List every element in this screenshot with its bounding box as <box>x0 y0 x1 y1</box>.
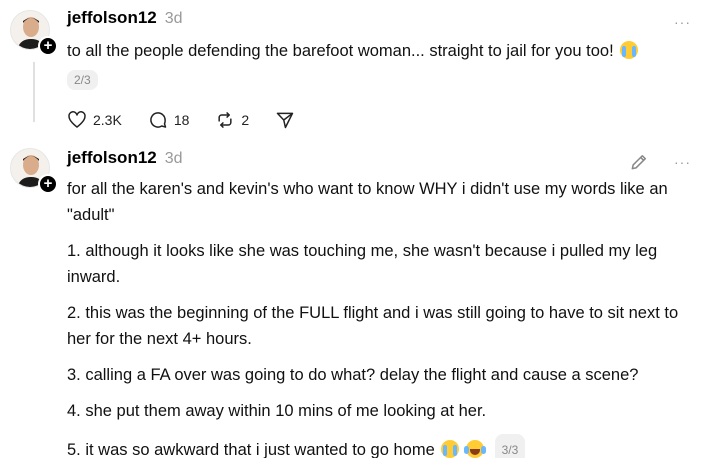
thread-post-1: + jeffolson12 3d ··· to all the people d… <box>0 0 709 132</box>
post-actions: 2.3K 18 2 <box>67 110 695 130</box>
follow-plus-icon[interactable]: + <box>38 174 58 194</box>
post-paragraph: 2. this was the beginning of the FULL fl… <box>67 304 679 348</box>
more-icon[interactable]: ··· <box>674 154 691 170</box>
reply-count: 18 <box>173 112 190 128</box>
laughing-emoji <box>463 440 484 458</box>
timestamp[interactable]: 3d <box>165 10 183 28</box>
username[interactable]: jeffolson12 <box>67 148 157 168</box>
post-content: jeffolson12 3d ··· to all the people def… <box>67 8 695 130</box>
post-paragraph: 3. calling a FA over was going to do wha… <box>67 366 639 384</box>
post-text: to all the people defending the barefoot… <box>67 38 695 64</box>
more-icon[interactable]: ··· <box>674 14 691 30</box>
crying-emoji <box>441 440 460 458</box>
reply-button[interactable]: 18 <box>148 110 190 130</box>
post-body: to all the people defending the barefoot… <box>67 42 614 60</box>
thread-post-2: + jeffolson12 3d ··· for all the karen's… <box>0 140 709 458</box>
page-indicator: 2/3 <box>67 70 98 90</box>
like-count: 2.3K <box>93 112 122 128</box>
post-paragraph: 5. it was so awkward that i just wanted … <box>67 441 435 458</box>
avatar[interactable]: + <box>10 148 58 194</box>
share-icon <box>276 112 294 129</box>
page-indicator: 3/3 <box>494 434 526 458</box>
post-header: jeffolson12 3d <box>67 8 695 32</box>
post-last-paragraph: 5. it was so awkward that i just wanted … <box>67 434 695 458</box>
repost-count: 2 <box>241 112 250 128</box>
repost-icon <box>218 112 232 128</box>
repost-button[interactable]: 2 <box>215 110 249 130</box>
post-paragraph: for all the karen's and kevin's who want… <box>67 180 668 224</box>
thread-connector <box>33 62 35 122</box>
post-paragraph: 1. although it looks like she was touchi… <box>67 242 658 286</box>
post-header: jeffolson12 3d <box>67 148 695 172</box>
timestamp[interactable]: 3d <box>165 150 183 168</box>
follow-plus-icon[interactable]: + <box>38 36 58 56</box>
crying-emoji <box>620 41 639 59</box>
avatar[interactable]: + <box>10 10 58 56</box>
username[interactable]: jeffolson12 <box>67 8 157 28</box>
heart-icon <box>68 111 86 128</box>
post-paragraph: 4. she put them away within 10 mins of m… <box>67 402 487 420</box>
share-button[interactable] <box>275 110 301 130</box>
post-content: jeffolson12 3d ··· for all the karen's a… <box>67 148 695 458</box>
like-button[interactable]: 2.3K <box>67 110 122 130</box>
edit-icon[interactable] <box>629 152 649 177</box>
comment-icon <box>149 112 167 128</box>
